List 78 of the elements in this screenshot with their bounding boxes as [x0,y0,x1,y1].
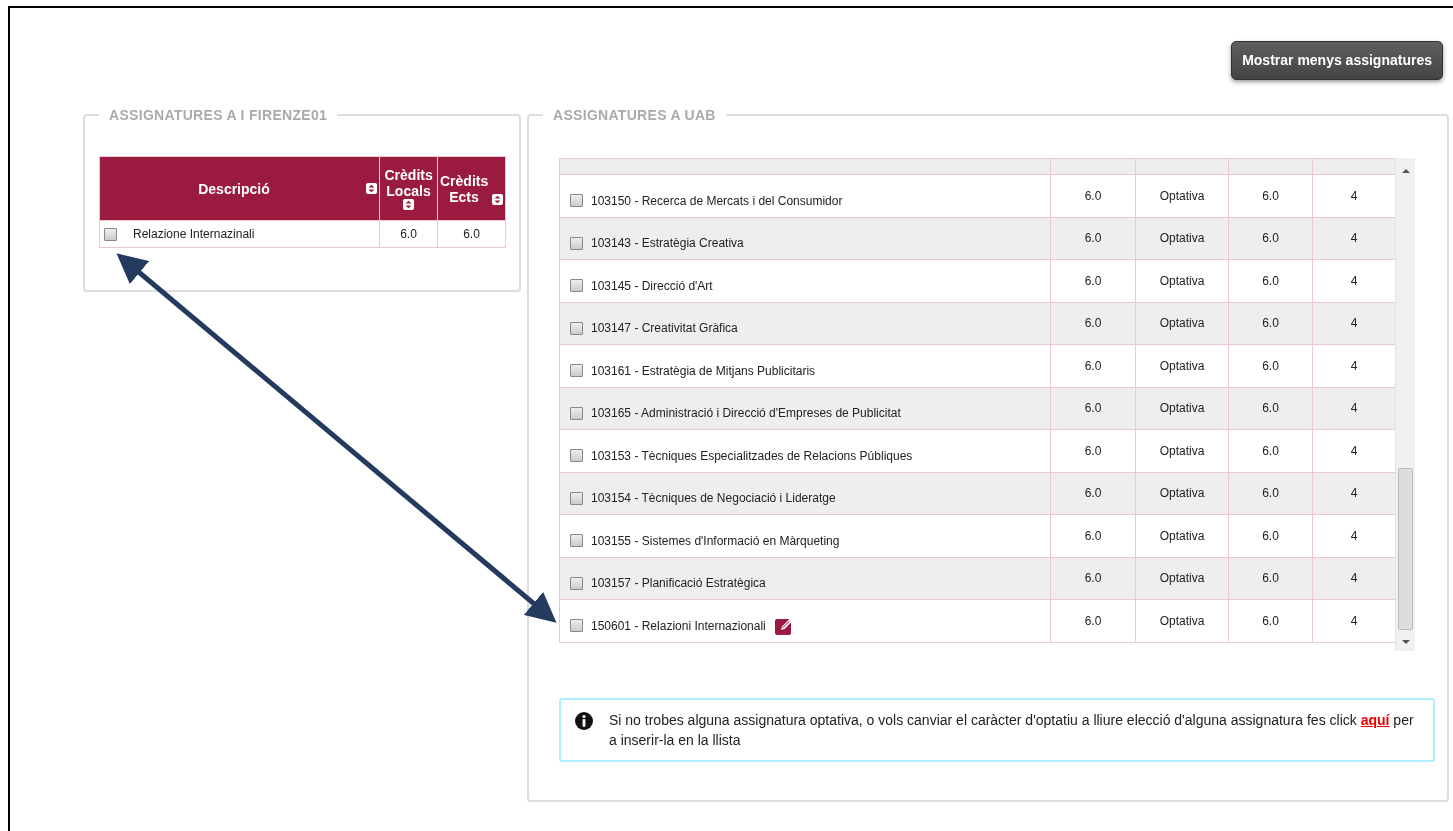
table-cell: Optativa [1135,557,1229,600]
table-cell: 6.0 [379,220,438,248]
table-cell: Optativa [1135,174,1229,217]
sort-icon[interactable] [366,183,377,194]
checkbox[interactable] [570,194,583,208]
sort-icon[interactable] [403,199,414,210]
table-cell: Optativa [1135,344,1229,387]
table-cell: 6.0 [1050,599,1136,642]
checkbox[interactable] [570,619,583,633]
table-cell: 4 [1312,557,1395,600]
checkbox[interactable] [570,236,583,250]
table-cell: 4 [1312,302,1395,345]
table-cell: 6.0 [1228,472,1313,515]
checkbox[interactable] [104,227,117,241]
table-cell: Optativa [1135,259,1229,302]
checkbox[interactable] [570,406,583,420]
column-header: Descripció [198,180,270,197]
table-cell: 6.0 [1050,174,1136,217]
subject-name: Relazione Internazinali [133,226,255,243]
table-cell: 6.0 [1228,557,1313,600]
checkbox[interactable] [570,491,583,505]
table-cell: 4 [1312,217,1395,260]
table-cell: 6.0 [1228,429,1313,472]
table-cell: Optativa [1135,387,1229,430]
subject-name: 103143 - Estratègia Creativa [591,235,744,253]
info-message: Si no trobes alguna assignatura optativa, o vols canviar el caràcter d'optatiu a lliure elecció d'alguna assignatura fes click aquí per a inserir-la en la llista [609,711,1415,750]
table-cell: 6.0 [1050,472,1136,515]
subject-name: 103153 - Tècniques Especialitzades de Relacions Públiques [591,447,913,465]
table-cell: Optativa [1135,217,1229,260]
table-cell: 6.0 [1050,259,1136,302]
table-cell: 6.0 [1228,259,1313,302]
scrollbar-thumb[interactable] [1398,468,1413,630]
sort-icon[interactable] [492,193,503,205]
table-cell: 6.0 [1050,302,1136,345]
table-cell: 6.0 [1228,599,1313,642]
checkbox[interactable] [570,449,583,463]
column-header: Crèdits Ects [440,172,488,205]
table-cell: 6.0 [1228,174,1313,217]
table-cell: 6.0 [1050,217,1136,260]
table-cell: Optativa [1135,599,1229,642]
table-cell: 6.0 [1228,514,1313,557]
subject-name: 150601 - Relazioni Internazionali [591,617,766,635]
subject-name: 103145 - Direcció d'Art [591,277,713,295]
table-cell: 6.0 [1050,514,1136,557]
checkbox[interactable] [570,534,583,548]
table-cell: 4 [1312,387,1395,430]
table-cell: Optativa [1135,429,1229,472]
table-cell: 4 [1312,472,1395,515]
subject-name: 103147 - Creativitat Gràfica [591,320,738,338]
checkbox[interactable] [570,576,583,590]
subject-name: 103150 - Recerca de Mercats i del Consumidor [591,192,843,210]
scroll-down-arrow-icon[interactable] [1402,639,1410,645]
table-cell: 6.0 [1228,302,1313,345]
show-fewer-subjects-button[interactable]: Mostrar menys assignatures [1231,41,1443,80]
checkbox[interactable] [570,279,583,293]
column-header: Crèdits Locals [384,167,433,199]
checkbox[interactable] [570,364,583,378]
subject-name: 103157 - Planificació Estratègica [591,575,766,593]
subject-name: 103154 - Tècniques de Negociació i Lideratge [591,490,836,508]
here-link[interactable]: aquí [1360,712,1390,728]
table-cell: 6.0 [1050,557,1136,600]
table-cell: 6.0 [1228,217,1313,260]
table-cell: 6.0 [1050,344,1136,387]
table-cell: 6.0 [437,220,506,248]
subject-name: 103155 - Sistemes d'Informació en Màrqueting [591,532,840,550]
scrollbar[interactable] [1395,158,1415,651]
info-icon [575,712,593,730]
subject-name: 103165 - Administració i Direcció d'Empreses de Publicitat [591,405,901,423]
table-cell: Optativa [1135,302,1229,345]
table-cell: 6.0 [1050,387,1136,430]
table-cell: 6.0 [1228,387,1313,430]
table-cell: 6.0 [1228,344,1313,387]
table-cell: Optativa [1135,514,1229,557]
checkbox[interactable] [570,321,583,335]
table-cell: 6.0 [1050,429,1136,472]
subject-name: 103161 - Estratègia de Mitjans Publicitaris [591,362,816,380]
scroll-up-arrow-icon[interactable] [1402,168,1410,174]
table-cell: Optativa [1135,472,1229,515]
